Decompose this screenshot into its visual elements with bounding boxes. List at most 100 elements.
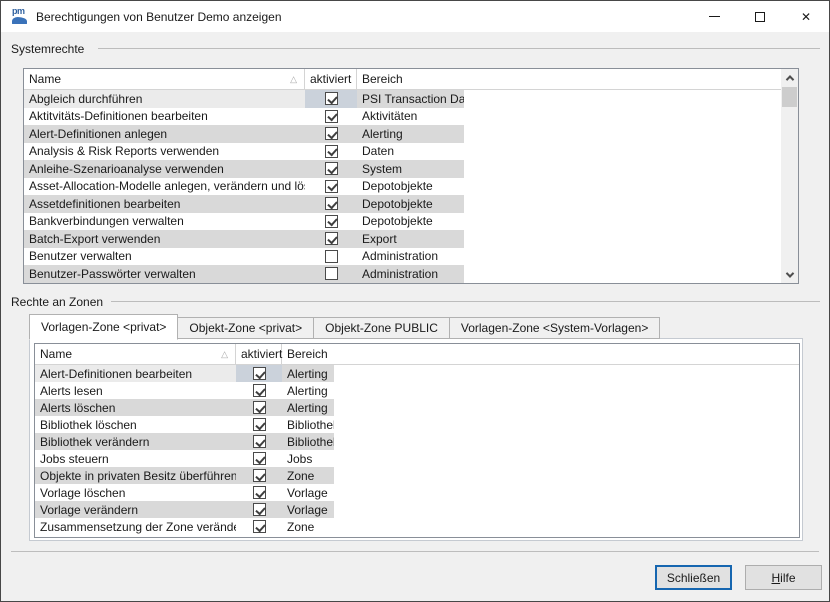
aktiviert-checkbox[interactable] [253, 367, 266, 380]
table-row[interactable]: Benutzer-Passwörter verwalten Administra… [24, 265, 464, 283]
systemrechte-group-line [98, 48, 820, 49]
permission-name: Aktitvitäts-Definitionen bearbeiten [24, 108, 305, 126]
table-row[interactable]: Objekte in privaten Besitz überführen Zo… [35, 467, 334, 484]
table-row[interactable]: Anleihe-Szenarioanalyse verwenden System [24, 160, 464, 178]
column-header-name[interactable]: Name △ [35, 344, 236, 364]
chevron-down-icon [785, 269, 793, 277]
aktiviert-checkbox[interactable] [325, 232, 338, 245]
permission-name: Alert-Definitionen bearbeiten [35, 365, 236, 382]
bereich-value: System [357, 160, 464, 178]
bereich-value: PSI Transaction Data [357, 90, 464, 108]
aktiviert-checkbox[interactable] [325, 162, 338, 175]
bereich-value: Bibliothek [282, 416, 334, 433]
table-row[interactable]: Benutzer verwalten Administration [24, 248, 464, 266]
table-row[interactable]: Aktitvitäts-Definitionen bearbeiten Akti… [24, 108, 464, 126]
bereich-value: Alerting [282, 382, 334, 399]
aktiviert-checkbox[interactable] [325, 250, 338, 263]
aktiviert-checkbox[interactable] [253, 486, 266, 499]
zonen-group-label: Rechte an Zonen [11, 295, 103, 309]
column-header-aktiviert[interactable]: aktiviert [236, 344, 282, 364]
aktiviert-cell [236, 467, 282, 484]
scrollbar-thumb[interactable] [782, 87, 797, 107]
sort-ascending-icon: △ [221, 350, 228, 359]
bereich-value: Alerting [282, 365, 334, 382]
permission-name: Batch-Export verwenden [24, 230, 305, 248]
bereich-value: Export [357, 230, 464, 248]
system-table-body: Abgleich durchführen PSI Transaction Dat… [24, 90, 781, 283]
zone-tab[interactable]: Vorlagen-Zone <privat> [29, 314, 178, 340]
zone-permissions-table: Name △ aktiviert Bereich Alert-Definitio… [34, 343, 800, 538]
close-button[interactable]: ✕ [783, 1, 829, 32]
zone-tab[interactable]: Objekt-Zone <privat> [178, 317, 314, 339]
zone-tabs: Vorlagen-Zone <privat> Objekt-Zone <priv… [29, 313, 660, 339]
table-row[interactable]: Jobs steuern Jobs [35, 450, 334, 467]
table-row[interactable]: Zusammensetzung der Zone verändern Zone [35, 518, 334, 535]
bereich-value: Aktivitäten [357, 108, 464, 126]
maximize-icon [755, 12, 765, 22]
aktiviert-checkbox[interactable] [253, 469, 266, 482]
sort-ascending-icon: △ [290, 75, 297, 84]
bereich-value: Depotobjekte [357, 178, 464, 196]
table-row[interactable]: Alerts lesen Alerting [35, 382, 334, 399]
table-row[interactable]: Bibliothek verändern Bibliothek [35, 433, 334, 450]
bereich-value: Zone [282, 467, 334, 484]
aktiviert-checkbox[interactable] [253, 401, 266, 414]
scroll-down-button[interactable] [781, 266, 798, 283]
aktiviert-checkbox[interactable] [325, 197, 338, 210]
aktiviert-checkbox[interactable] [325, 110, 338, 123]
table-row[interactable]: Bibliothek löschen Bibliothek [35, 416, 334, 433]
aktiviert-checkbox[interactable] [325, 180, 338, 193]
permission-name: Jobs steuern [35, 450, 236, 467]
table-row[interactable]: Analysis & Risk Reports verwenden Daten [24, 143, 464, 161]
window-title: Berechtigungen von Benutzer Demo anzeige… [36, 10, 282, 24]
table-row[interactable]: Alert-Definitionen bearbeiten Alerting [35, 365, 334, 382]
aktiviert-checkbox[interactable] [253, 435, 266, 448]
permission-name: Bankverbindungen verwalten [24, 213, 305, 231]
close-dialog-button[interactable]: Schließen [655, 565, 732, 590]
aktiviert-cell [236, 382, 282, 399]
table-row[interactable]: Vorlage löschen Vorlage [35, 484, 334, 501]
aktiviert-checkbox[interactable] [325, 267, 338, 280]
zone-tab[interactable]: Vorlagen-Zone <System-Vorlagen> [450, 317, 660, 339]
minimize-icon [709, 16, 720, 17]
column-header-bereich[interactable]: Bereich [357, 69, 781, 89]
maximize-button[interactable] [737, 1, 783, 32]
zone-tab-panel: Name △ aktiviert Bereich Alert-Definitio… [29, 338, 803, 541]
aktiviert-checkbox[interactable] [325, 92, 338, 105]
aktiviert-checkbox[interactable] [253, 452, 266, 465]
column-header-bereich[interactable]: Bereich [282, 344, 799, 364]
vertical-scrollbar[interactable] [781, 69, 798, 283]
table-row[interactable]: Assetdefinitionen bearbeiten Depotobjekt… [24, 195, 464, 213]
zone-tab[interactable]: Objekt-Zone PUBLIC [314, 317, 450, 339]
permission-name: Benutzer-Passwörter verwalten [24, 265, 305, 283]
chevron-up-icon [785, 75, 793, 83]
column-header-aktiviert[interactable]: aktiviert [305, 69, 357, 89]
table-row[interactable]: Bankverbindungen verwalten Depotobjekte [24, 213, 464, 231]
aktiviert-cell [236, 484, 282, 501]
permission-name: Analysis & Risk Reports verwenden [24, 143, 305, 161]
minimize-button[interactable] [691, 1, 737, 32]
bereich-value: Alerting [282, 399, 334, 416]
help-button[interactable]: Hilfe [745, 565, 822, 590]
aktiviert-checkbox[interactable] [325, 127, 338, 140]
table-row[interactable]: Batch-Export verwenden Export [24, 230, 464, 248]
aktiviert-cell [236, 501, 282, 518]
table-row[interactable]: Vorlage verändern Vorlage [35, 501, 334, 518]
aktiviert-checkbox[interactable] [325, 145, 338, 158]
table-row[interactable]: Asset-Allocation-Modelle anlegen, veränd… [24, 178, 464, 196]
aktiviert-checkbox[interactable] [253, 520, 266, 533]
bereich-value: Zone [282, 518, 334, 535]
window-controls: ✕ [691, 1, 829, 32]
table-row[interactable]: Alerts löschen Alerting [35, 399, 334, 416]
aktiviert-checkbox[interactable] [253, 503, 266, 516]
scroll-up-button[interactable] [781, 69, 798, 86]
aktiviert-checkbox[interactable] [253, 418, 266, 431]
table-row[interactable] [24, 283, 464, 284]
table-row[interactable]: Abgleich durchführen PSI Transaction Dat… [24, 90, 464, 108]
aktiviert-checkbox[interactable] [325, 215, 338, 228]
table-row[interactable]: Alert-Definitionen anlegen Alerting [24, 125, 464, 143]
column-header-name[interactable]: Name △ [24, 69, 305, 89]
aktiviert-checkbox[interactable] [253, 384, 266, 397]
aktiviert-cell [305, 90, 357, 108]
dialog-window: pm Berechtigungen von Benutzer Demo anze… [0, 0, 830, 602]
